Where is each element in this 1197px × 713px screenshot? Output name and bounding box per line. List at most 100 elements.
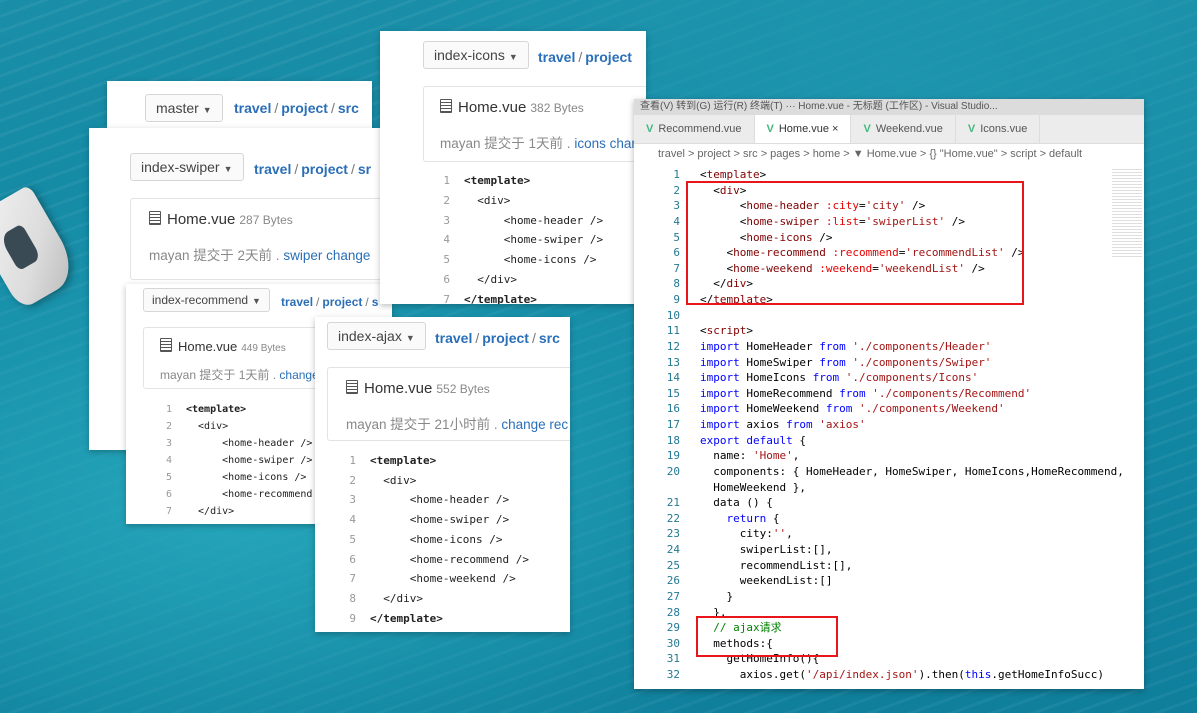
- code-text: <home-icons />: [370, 532, 503, 546]
- branch-label: index-swiper: [141, 159, 220, 175]
- code-text: components: { HomeHeader, HomeSwiper, Ho…: [700, 464, 1124, 478]
- code-text: city:'',: [700, 527, 793, 541]
- commit-message[interactable]: change: [279, 368, 318, 382]
- crumb-link[interactable]: project: [322, 295, 362, 309]
- code-text: swiperList:[],: [700, 543, 833, 556]
- crumb-link[interactable]: travel: [435, 330, 472, 346]
- line-number: 32: [666, 668, 680, 681]
- crumb-link[interactable]: src: [539, 330, 560, 346]
- code-text: data () {: [700, 496, 773, 510]
- crumb-link[interactable]: travel: [254, 161, 291, 177]
- code-line: 16 import HomeWeekend from './components/…: [634, 401, 1124, 417]
- crumb-link[interactable]: travel: [281, 295, 313, 309]
- line-number: 15: [666, 386, 680, 400]
- code-text: import HomeRecommend from './components/…: [700, 386, 1032, 400]
- code-text: <template>: [700, 168, 767, 181]
- crumb-link[interactable]: project: [482, 330, 529, 346]
- code-line: 27 }: [634, 589, 1124, 605]
- branch-selector[interactable]: master ▼: [145, 94, 223, 122]
- code-line: 8 </div>: [336, 589, 529, 609]
- line-number: 4: [165, 455, 172, 466]
- line-number: 9: [349, 611, 356, 625]
- code-text: <div>: [186, 421, 229, 432]
- branch-selector[interactable]: index-swiper ▼: [130, 153, 244, 181]
- line-number: 2: [349, 473, 356, 487]
- file-icon: [346, 380, 358, 394]
- commit-message[interactable]: change rec: [501, 417, 568, 432]
- code-line: 22 return {: [634, 511, 1124, 527]
- code-text: name: 'Home',: [700, 449, 800, 463]
- code-text: axios.get('/api/index.json').then(this.g…: [700, 668, 1105, 681]
- close-icon[interactable]: ×: [832, 123, 838, 135]
- line-number: 17: [666, 418, 680, 431]
- code-text: import HomeIcons from './components/Icon…: [700, 371, 979, 385]
- code-line: 1 <template>: [336, 451, 529, 471]
- code-view: 1 <template> 2 <div> 3 <home-header /> 4 <ho…: [336, 451, 529, 632]
- breadcrumb: travel / project / s: [281, 295, 379, 309]
- code-line: 20 components: { HomeHeader, HomeSwiper,…: [634, 464, 1124, 480]
- line-number: 10: [666, 308, 680, 322]
- code-line: 25 recommendList:[],: [634, 558, 1124, 574]
- commit-author: mayan: [149, 248, 190, 263]
- breadcrumb: travel / project / sr: [254, 161, 372, 177]
- line-number: 16: [666, 402, 680, 416]
- code-text: <home-icons />: [186, 472, 307, 483]
- code-line: 19 name: 'Home',: [634, 448, 1124, 464]
- line-number: 29: [666, 621, 680, 635]
- file-name[interactable]: Home.vue: [458, 99, 526, 116]
- vscode-tab-bar: V Recommend.vue V Home.vue × V Weekend.vue …: [634, 115, 1144, 144]
- file-icon: [149, 211, 161, 225]
- code-text: return {: [726, 511, 780, 525]
- branch-label: index-recommend: [152, 293, 249, 307]
- code-text: import HomeWeekend from './components/We…: [700, 402, 1005, 416]
- crumb-link[interactable]: travel: [234, 100, 271, 116]
- code-text: <home-swiper />: [186, 455, 313, 466]
- code-text: <home-header />: [186, 438, 313, 449]
- line-number: 6: [673, 246, 680, 260]
- branch-label: master: [156, 100, 199, 116]
- file-name[interactable]: Home.vue: [364, 380, 432, 397]
- branch-selector[interactable]: index-ajax ▼: [327, 322, 426, 350]
- file-name[interactable]: Home.vue: [167, 211, 235, 228]
- code-text: </div>: [464, 272, 517, 286]
- crumb-link[interactable]: project: [301, 161, 348, 177]
- line-number: 1: [165, 404, 172, 415]
- commit-message[interactable]: swiper change: [283, 248, 370, 263]
- vue-file-icon: V: [766, 123, 774, 135]
- breadcrumb: travel / project: [538, 49, 632, 65]
- line-number: 12: [666, 339, 680, 353]
- crumb-link[interactable]: project: [281, 100, 328, 116]
- boat-photo: [0, 184, 82, 311]
- tab-weekend-vue[interactable]: V Weekend.vue: [851, 115, 956, 143]
- code-view: 1 <template> 2 <div> 3 <home-header /> 4 <ho…: [430, 171, 603, 304]
- tab-home-vue[interactable]: V Home.vue ×: [754, 115, 852, 143]
- repo-card-ajax: index-ajax ▼ travel / project / src Home.vue 5…: [315, 317, 570, 632]
- tab-icons-vue[interactable]: V Icons.vue: [956, 115, 1041, 143]
- line-number: 21: [666, 496, 680, 510]
- crumb-link[interactable]: sr: [358, 161, 371, 177]
- line-number: 26: [666, 574, 680, 588]
- crumb-link[interactable]: travel: [538, 49, 575, 65]
- line-number: 20: [666, 464, 680, 478]
- line-number: 5: [165, 472, 172, 483]
- vscode-breadcrumb[interactable]: travel > project > src > pages > home > …: [634, 144, 1144, 164]
- code-line: 3 <home-header />: [430, 211, 603, 231]
- line-number: 10: [336, 628, 356, 632]
- branch-selector[interactable]: index-recommend ▼: [143, 288, 270, 312]
- vue-file-icon: V: [967, 123, 976, 135]
- tab-recommend-vue[interactable]: V Recommend.vue: [634, 115, 755, 143]
- crumb-link[interactable]: project: [585, 49, 632, 65]
- crumb-link[interactable]: s: [372, 295, 379, 309]
- branch-selector[interactable]: index-icons ▼: [423, 41, 529, 69]
- line-number: 1: [673, 168, 680, 181]
- code-text: HomeWeekend },: [700, 480, 806, 494]
- line-number: 7: [165, 506, 172, 517]
- vue-file-icon: V: [646, 123, 654, 135]
- file-panel: Home.vue 382 Bytes mayan 提交于 1天前 . icons …: [423, 86, 646, 162]
- file-size: 382 Bytes: [530, 101, 584, 115]
- code-line: 2 <div>: [430, 191, 603, 211]
- crumb-link[interactable]: src: [338, 100, 359, 116]
- line-number: 24: [666, 543, 680, 556]
- file-name[interactable]: Home.vue: [178, 339, 237, 354]
- caret-down-icon: ▼: [223, 164, 233, 174]
